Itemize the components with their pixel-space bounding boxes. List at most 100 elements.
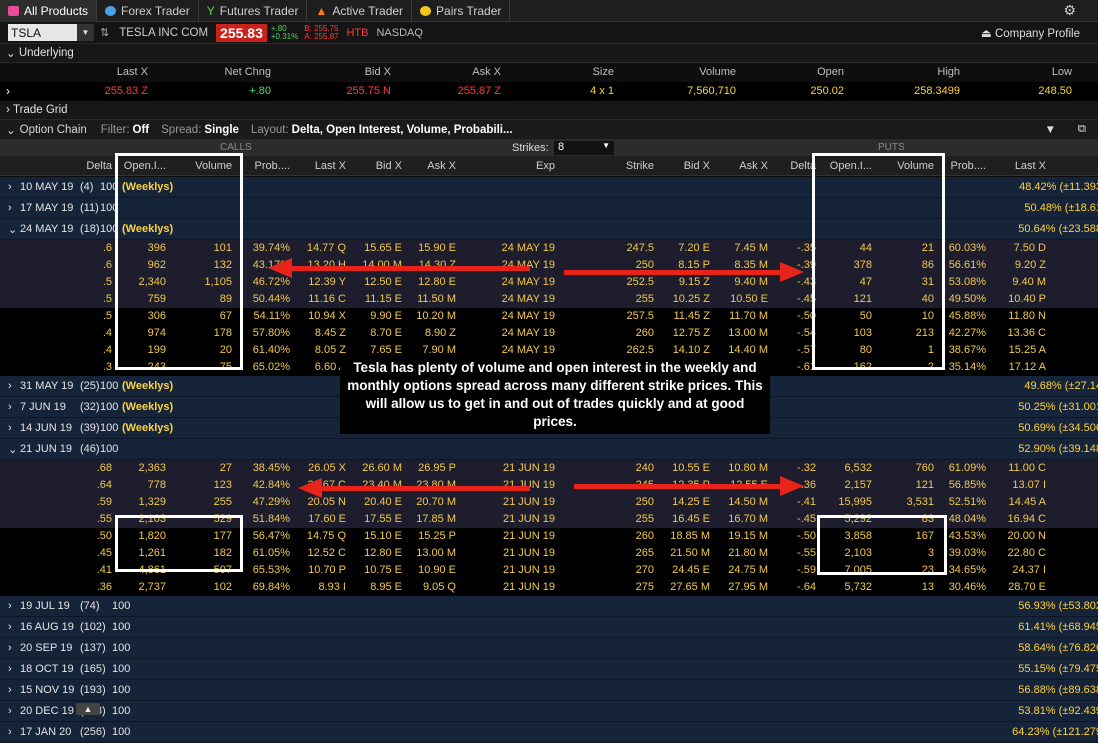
option-row[interactable]: .68 2,363 27 38.45% 26.05 X 26.60 M 26.95 P 21 … xyxy=(0,460,1098,477)
chevron-down-icon[interactable]: ⌄ xyxy=(8,443,17,456)
expiration-date: 10 MAY 19 xyxy=(20,181,74,193)
col-header[interactable]: Ask X xyxy=(427,160,456,172)
chevron-right-icon[interactable]: › xyxy=(8,705,12,717)
underlying-section-header[interactable]: ⌄ Underlying xyxy=(0,44,1098,63)
tab-pairs-trader[interactable]: Pairs Trader xyxy=(412,0,511,22)
chevron-right-icon[interactable]: › xyxy=(8,380,12,392)
option-cell: -.50 xyxy=(797,310,816,322)
option-cell: 8.93 I xyxy=(318,581,346,593)
layout-dropdown[interactable]: Delta, Open Interest, Volume, Probabili.… xyxy=(292,124,513,136)
option-cell: 10.90 E xyxy=(418,564,456,576)
option-cell: 75 xyxy=(219,361,232,373)
option-cell: 15.25 P xyxy=(418,530,456,542)
chevron-right-icon[interactable]: › xyxy=(8,422,12,434)
expiration-row[interactable]: ›20 DEC 19(228)10053.81% (±92.439 xyxy=(0,701,1098,722)
option-row[interactable]: .4 974 178 57.80% 8.45 Z 8.70 E 8.90 Z 24 MAY 1… xyxy=(0,325,1098,342)
option-cell: 15.90 E xyxy=(418,242,456,254)
symbol-input[interactable]: TSLA ▼ xyxy=(8,24,94,41)
expiration-row[interactable]: › 20 SEP 19 (137) 100 58.64% (±76.826 xyxy=(0,638,1098,659)
option-row[interactable]: .55 2,103 529 51.84% 17.60 E 17.55 E 17.85 M 21… xyxy=(0,511,1098,528)
col-header[interactable]: Delta xyxy=(86,160,112,172)
option-row[interactable]: .59 1,329 255 47.29% 20.05 N 20.40 E 20.70 M 21… xyxy=(0,494,1098,511)
option-cell: 13 xyxy=(921,581,934,593)
expiration-row[interactable]: ⌄ 21 JUN 19 (46) 100 52.90% (±39.148 xyxy=(0,439,1098,460)
expiration-row[interactable]: ⌄ 24 MAY 19 (18) 100 (Weeklys) 50.64% (±23.58… xyxy=(0,219,1098,240)
implied-volatility: 49.68% (±27.14 xyxy=(1024,380,1098,392)
option-cell: 11.50 M xyxy=(417,293,456,305)
col-header[interactable]: Open.I... xyxy=(124,160,166,172)
option-row[interactable]: .41 4,861 507 65.53% 10.70 P 10.75 E 10.90 E 21… xyxy=(0,562,1098,579)
tab-active-trader[interactable]: ▲ Active Trader xyxy=(307,0,413,22)
col-header[interactable]: Ask X xyxy=(739,160,768,172)
expiration-row[interactable]: › 17 MAY 19 (11) 100 50.48% (±18.61 xyxy=(0,198,1098,219)
trade-grid-section-header[interactable]: › Trade Grid xyxy=(0,101,1098,120)
col-header[interactable]: Prob.... xyxy=(255,160,290,172)
gear-icon[interactable]: ⚙ xyxy=(1063,2,1076,19)
company-profile-button[interactable]: ⏏ Company Profile xyxy=(981,26,1080,40)
chevron-down-icon[interactable]: ⌄ xyxy=(8,223,17,236)
days-to-expiry: (256) xyxy=(80,726,106,738)
link-icon[interactable]: ⇅ xyxy=(100,26,109,39)
chevron-right-icon[interactable]: › xyxy=(8,663,12,675)
expiration-row[interactable]: › 18 OCT 19 (165) 100 55.15% (±79.475 xyxy=(0,659,1098,680)
chevron-right-icon[interactable]: › xyxy=(6,84,10,98)
expiration-row[interactable]: › 16 AUG 19 (102) 100 61.41% (±68.945 xyxy=(0,617,1098,638)
option-row[interactable]: .45 1,261 182 61.05% 12.52 C 12.80 E 13.00 M 21… xyxy=(0,545,1098,562)
col-header[interactable]: Open.I... xyxy=(830,160,872,172)
option-cell: 10.55 E xyxy=(672,462,710,474)
chevron-right-icon[interactable]: › xyxy=(8,401,12,413)
col-header[interactable]: Last X xyxy=(315,160,346,172)
option-cell: 10.25 Z xyxy=(672,293,710,305)
col-header[interactable]: Bid X xyxy=(376,160,402,172)
option-row[interactable]: .5 2,340 1,105 46.72% 12.39 Y 12.50 E 12.80 E2… xyxy=(0,274,1098,291)
strikes-dropdown[interactable]: 8 ▼ xyxy=(554,141,614,155)
col-header[interactable]: Last X xyxy=(1015,160,1046,172)
expiration-row[interactable]: › 19 JUL 19 (74) 100 56.93% (±53.802 xyxy=(0,596,1098,617)
col-header[interactable]: Volume xyxy=(195,160,232,172)
col-header[interactable]: Bid X xyxy=(684,160,710,172)
option-cell: 16.94 C xyxy=(1007,513,1046,525)
option-cell: 50 xyxy=(859,310,872,322)
col-header[interactable]: Prob.... xyxy=(951,160,986,172)
option-row[interactable]: .6 396 101 39.74% 14.77 Q 15.65 E 15.90 E 24 MA… xyxy=(0,240,1098,257)
chevron-right-icon[interactable]: › xyxy=(8,202,12,214)
tab-futures-trader[interactable]: Y Futures Trader xyxy=(199,0,308,22)
chevron-right-icon[interactable]: › xyxy=(8,600,12,612)
chevron-down-icon[interactable]: ▼ xyxy=(77,24,94,41)
arrowhead-left-icon xyxy=(298,478,322,498)
option-row[interactable]: .5 306 67 54.11% 10.94 X 9.90 E 10.20 M 24 MAY … xyxy=(0,308,1098,325)
col-header[interactable]: Strike xyxy=(626,160,654,172)
option-cell: 9.05 Q xyxy=(422,581,456,593)
spread-dropdown[interactable]: Single xyxy=(204,124,239,136)
expiration-row[interactable]: › 17 JAN 20 (256) 100 64.23% (±121.279 xyxy=(0,722,1098,743)
chevron-right-icon[interactable]: › xyxy=(8,181,12,193)
chevron-right-icon[interactable]: › xyxy=(8,684,12,696)
expiration-row[interactable]: › 10 MAY 19 (4) 100 (Weeklys) 48.42% (±11.393 xyxy=(0,177,1098,198)
filter-dropdown[interactable]: Off xyxy=(133,124,150,136)
option-cell: 49.50% xyxy=(948,293,986,305)
col-header[interactable]: Delta xyxy=(790,160,816,172)
chevron-right-icon[interactable]: › xyxy=(8,726,12,738)
chevron-right-icon[interactable]: › xyxy=(8,642,12,654)
option-cell: 14.25 E xyxy=(672,496,710,508)
option-cell: .5 xyxy=(102,276,112,288)
option-row[interactable]: .50 1,820 177 56.47% 14.75 Q 15.10 E 15.25 P 21… xyxy=(0,528,1098,545)
chevron-right-icon[interactable]: › xyxy=(8,621,12,633)
tab-forex-trader[interactable]: Forex Trader xyxy=(97,0,199,22)
chevron-down-icon[interactable]: ⌄ xyxy=(6,123,16,137)
annotation-note: Tesla has plenty of volume and open inte… xyxy=(340,356,770,434)
expiration-row[interactable]: › 15 NOV 19 (193) 100 56.88% (±89.638 xyxy=(0,680,1098,701)
tab-all-products[interactable]: All Products xyxy=(0,0,98,22)
filter-funnel-icon[interactable]: ▼ xyxy=(1045,124,1056,136)
col-header[interactable]: Volume xyxy=(897,160,934,172)
option-cell: 47 xyxy=(859,276,872,288)
implied-volatility: 50.25% (±31.001 xyxy=(1018,401,1098,413)
scroll-to-top-button[interactable]: ▲ xyxy=(76,703,100,715)
option-row[interactable]: .36 2,737 102 69.84% 8.93 I 8.95 E 9.05 Q 21 JU… xyxy=(0,579,1098,596)
implied-volatility: 64.23% (±121.279 xyxy=(1012,726,1098,738)
popout-icon[interactable]: ⧉ xyxy=(1078,123,1086,136)
option-row[interactable]: .64 778 123 42.84% 22.67 C 23.40 M 23.80 M 21 J… xyxy=(0,477,1098,494)
col-header[interactable]: Exp xyxy=(536,160,555,172)
option-row[interactable]: .5 759 89 50.44% 11.16 C 11.15 E 11.50 M 24 MAY… xyxy=(0,291,1098,308)
option-row[interactable]: .6 962 132 43.17% 13.20 H 14.00 M 14.30 Z 24 MA… xyxy=(0,257,1098,274)
